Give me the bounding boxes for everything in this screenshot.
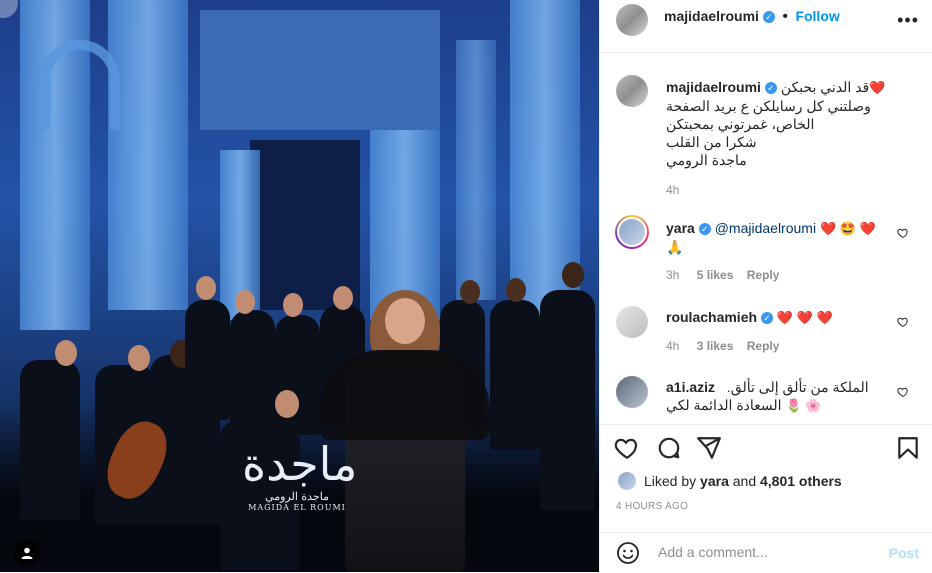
comment-roulachamieh: roulachamieh ✓ ❤️ ❤️ ❤️ 4h 3 likes Reply — [666, 308, 896, 353]
musician-head — [460, 280, 480, 304]
comment-yara: yara ✓ @majidaelroumi ❤️ 🤩 ❤️ 🙏 3h 5 like… — [666, 219, 896, 282]
comment-avatar-roulachamieh[interactable] — [616, 306, 648, 338]
dot-separator: • — [782, 8, 788, 25]
comment-emojis: ❤️ 🤩 ❤️ — [819, 221, 876, 236]
comment-emojis: ❤️ ❤️ ❤️ — [776, 310, 833, 325]
reply-button[interactable]: Reply — [747, 268, 780, 282]
comment-input[interactable] — [656, 543, 880, 561]
musician-head — [275, 390, 299, 418]
stone-pillar — [108, 0, 188, 310]
comment-line-1: الملكة من تألق إلى تألق. — [726, 379, 869, 395]
musician-head — [506, 278, 526, 302]
caption-line-4: شكرا من القلب — [666, 134, 757, 150]
comment-emoji-line-2: 🙏 — [666, 239, 684, 255]
liked-by-mid: and — [732, 473, 757, 489]
caption-line-5: ماجدة الرومي — [666, 152, 747, 168]
comment-heart-icon[interactable] — [897, 227, 909, 239]
caption-time[interactable]: 4h — [666, 183, 916, 197]
stone-lintel — [200, 10, 440, 130]
more-icon[interactable]: ••• — [897, 10, 919, 31]
instagram-post: ماجدة ماجدة الرومي MAGIDA EL ROUMI majid… — [0, 0, 932, 572]
musician-head — [196, 276, 216, 300]
comment-username[interactable]: roulachamieh — [666, 309, 757, 325]
user-tag-button[interactable] — [14, 540, 40, 566]
post-photo[interactable]: ماجدة ماجدة الرومي MAGIDA EL ROUMI — [0, 0, 599, 572]
post-button[interactable]: Post — [889, 545, 919, 561]
caption: majidaelroumi ✓ قد الدني بحبكن❤️ وصلتني ك… — [666, 78, 916, 197]
user-tag-icon — [21, 547, 33, 559]
musician-head — [283, 293, 303, 317]
comment-username[interactable]: a1i.aziz — [666, 379, 715, 395]
author-line: majidaelroumi ✓ • Follow — [664, 8, 840, 26]
bookmark-icon[interactable] — [895, 435, 921, 461]
musician-head — [55, 340, 77, 366]
post-time-ago[interactable]: 4 HOURS AGO — [616, 501, 688, 512]
corner-indicator — [0, 0, 18, 18]
caption-line-3: الخاص، غمرتوني بمحبتكن — [666, 116, 815, 132]
doorway — [250, 140, 360, 310]
musician-head — [333, 286, 353, 310]
musician — [540, 290, 595, 510]
singer-face — [385, 298, 425, 344]
musician-head — [128, 345, 150, 371]
comment-heart-icon[interactable] — [897, 316, 909, 328]
liked-by-user[interactable]: yara — [700, 473, 729, 489]
comment-icon[interactable] — [656, 435, 682, 461]
comment-time[interactable]: 4h — [666, 339, 679, 353]
comment-likes[interactable]: 5 likes — [697, 268, 734, 282]
liked-by-avatar — [618, 472, 636, 490]
flower-emojis: 🌷 🌸 — [785, 398, 822, 413]
comment-mention[interactable]: @majidaelroumi — [715, 220, 816, 236]
musician — [20, 360, 80, 520]
comment-likes[interactable]: 3 likes — [697, 339, 734, 353]
caption-username[interactable]: majidaelroumi — [666, 79, 761, 95]
emoji-icon[interactable] — [616, 541, 640, 565]
comment-heart-icon[interactable] — [897, 386, 909, 398]
comment-username[interactable]: yara — [666, 220, 695, 236]
musician — [185, 300, 230, 420]
caption-line-2: وصلتني كل رسايلكن ع بريد الصفحة — [666, 98, 871, 114]
watermark-logo: ماجدة ماجدة الرومي MAGIDA EL ROUMI — [242, 437, 358, 512]
reply-button[interactable]: Reply — [747, 339, 780, 353]
verified-icon: ✓ — [761, 312, 774, 324]
watermark-arabic: ماجدة الرومي — [265, 490, 329, 503]
action-bar — [600, 424, 932, 471]
comment-avatar-yara[interactable] — [615, 215, 649, 249]
liked-by-others[interactable]: 4,801 others — [760, 473, 842, 489]
verified-icon: ✓ — [764, 82, 777, 94]
comment-a1i-aziz: a1i.aziz الملكة من تألق إلى تألق. السعاد… — [666, 378, 896, 415]
musician — [230, 310, 275, 430]
comment-avatar-a1i-aziz[interactable] — [616, 376, 648, 408]
stone-pillar — [456, 40, 496, 300]
post-side-panel: majidaelroumi ✓ • Follow ••• majidaelroum… — [599, 0, 932, 572]
heart-emoji: ❤️ — [869, 80, 886, 95]
comment-line-2: السعادة الدائمة لكي — [666, 397, 782, 413]
verified-icon: ✓ — [698, 223, 711, 235]
watermark-mark: ماجدة — [242, 437, 358, 491]
liked-by: Liked by yara and 4,801 others — [618, 472, 842, 490]
stone-arch — [40, 40, 120, 130]
comment-time[interactable]: 3h — [666, 268, 679, 282]
watermark-english: MAGIDA EL ROUMI — [248, 503, 346, 512]
musician — [490, 300, 540, 450]
verified-icon: ✓ — [762, 11, 775, 23]
share-icon[interactable] — [696, 435, 722, 461]
caption-line-1: قد الدني بحبكن — [780, 79, 870, 95]
post-header: majidaelroumi ✓ • Follow ••• — [600, 0, 932, 53]
author-avatar[interactable] — [616, 4, 648, 36]
musician-head — [562, 262, 584, 288]
caption-avatar[interactable] — [616, 75, 648, 107]
heart-icon[interactable] — [614, 435, 640, 461]
add-comment-bar: Post — [600, 532, 932, 573]
musician-head — [235, 290, 255, 314]
author-username[interactable]: majidaelroumi — [664, 8, 759, 24]
follow-button[interactable]: Follow — [795, 8, 839, 24]
singer-shawl — [320, 350, 490, 440]
liked-by-prefix: Liked by — [644, 473, 697, 489]
